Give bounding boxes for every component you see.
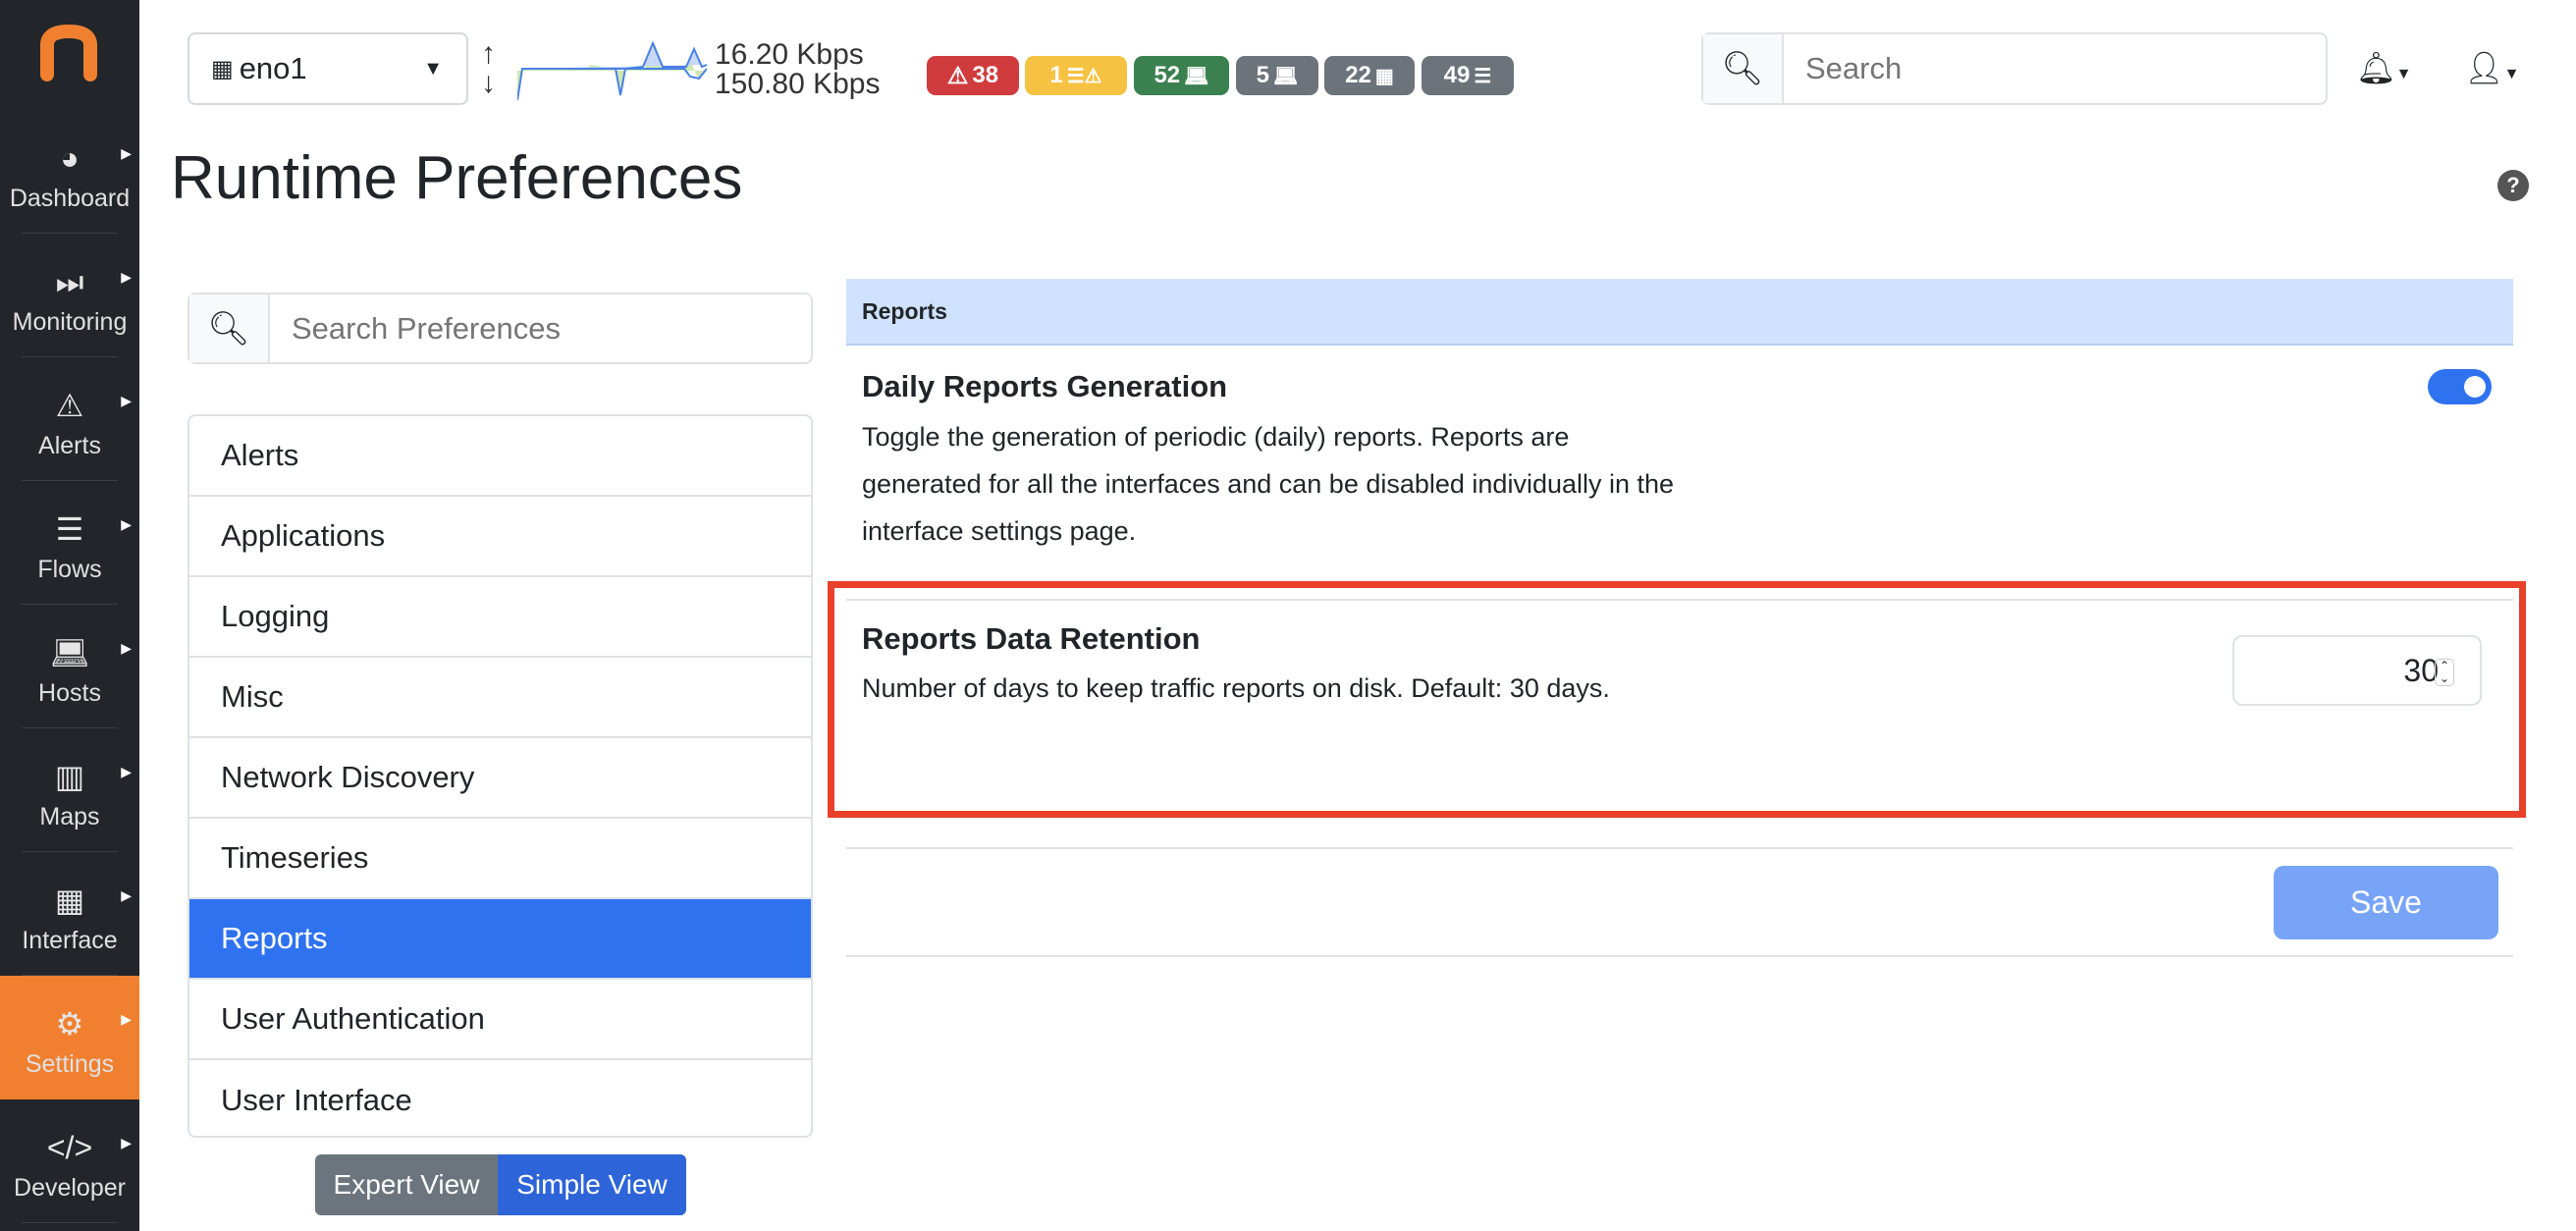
preferences-item-misc[interactable]: Misc <box>189 658 811 738</box>
divider <box>846 847 2513 849</box>
badge-icon: ▦ <box>1374 65 1394 87</box>
global-search: 🔍︎ <box>1701 32 2328 105</box>
badge-count: 1 <box>1049 62 1063 88</box>
retention-days-input[interactable]: 30 ⌃ ⌄ <box>2232 635 2482 706</box>
sidebar-item-monitoring[interactable]: ⏭ Monitoring ▶ <box>0 234 139 357</box>
sidebar-item-label: Maps <box>39 803 100 830</box>
sidebar-item-flows[interactable]: ☰ Flows ▶ <box>0 481 139 605</box>
retention-days-value: 30 <box>2403 652 2439 688</box>
sidebar-item-label: Alerts <box>38 432 101 459</box>
reports-retention-title: Reports Data Retention <box>862 621 1201 656</box>
preferences-item-user-authentication[interactable]: User Authentication <box>189 980 811 1060</box>
preferences-item-timeseries[interactable]: Timeseries <box>189 819 811 899</box>
search-icon: 🔍︎ <box>189 294 270 362</box>
preferences-item-logging[interactable]: Logging <box>189 577 811 658</box>
gear-icon: ⚙ <box>55 1006 84 1042</box>
interface-name: eno1 <box>239 51 307 85</box>
chevron-down-icon: ▼ <box>423 57 443 80</box>
map-icon: ▥ <box>54 759 85 794</box>
warning-icon: ⚠ <box>946 62 969 89</box>
ethernet-icon: ▦ <box>211 55 234 82</box>
caret-right-icon: ▶ <box>121 145 132 161</box>
daily-reports-description: Toggle the generation of periodic (daily… <box>862 422 1675 546</box>
search-icon: 🔍︎ <box>1703 34 1784 103</box>
caret-right-icon: ▶ <box>121 393 132 408</box>
caret-right-icon: ▶ <box>121 1135 132 1151</box>
expert-view-button[interactable]: Expert View <box>315 1154 498 1215</box>
traffic-sparkline <box>517 41 707 101</box>
sidebar-item-dashboard[interactable]: ◕ Dashboard ▶ <box>0 110 139 234</box>
preferences-list: Alerts Applications Logging Misc Network Dis… <box>188 414 813 1138</box>
status-badge[interactable]: 49 ☰ <box>1422 56 1514 95</box>
preferences-item-network-discovery[interactable]: Network Discovery <box>189 738 811 819</box>
laptop-icon: 💻︎ <box>49 635 90 670</box>
badge-icon: 💻︎ <box>1272 65 1299 87</box>
badge-count: 49 <box>1443 62 1471 88</box>
caret-right-icon: ▶ <box>121 269 132 285</box>
help-icon[interactable]: ? <box>2497 170 2529 201</box>
status-badge[interactable]: 52 💻︎ <box>1134 56 1229 95</box>
preferences-item-user-interface[interactable]: User Interface <box>189 1060 811 1136</box>
badge-icon: ☰ <box>1474 65 1492 87</box>
caret-right-icon: ▶ <box>121 640 132 656</box>
search-input[interactable] <box>1784 34 2326 103</box>
preferences-item-reports[interactable]: Reports <box>189 899 811 980</box>
download-rate: 150.80 Kbps <box>715 68 881 100</box>
code-icon: </> <box>46 1130 93 1165</box>
caret-right-icon: ▶ <box>121 887 132 903</box>
sidebar-item-interface[interactable]: ▦ Interface ▶ <box>0 852 139 976</box>
badge-count: 38 <box>972 62 999 88</box>
preferences-item-applications[interactable]: Applications <box>189 497 811 577</box>
ntopng-logo[interactable] <box>39 24 98 82</box>
status-badge[interactable]: ⚠ 38 <box>927 56 1019 95</box>
badge-icon: ☰⚠ <box>1066 65 1102 87</box>
badge-count: 22 <box>1345 62 1371 88</box>
preferences-search-input[interactable] <box>270 294 811 362</box>
number-stepper[interactable]: ⌃ ⌄ <box>2435 659 2454 686</box>
status-badge[interactable]: 5 💻︎ <box>1236 56 1318 95</box>
gauge-icon: ◕ <box>60 140 80 176</box>
sidebar-item-hosts[interactable]: 💻︎ Hosts ▶ <box>0 605 139 728</box>
updown-arrows-icon: ↑ ↓ <box>481 37 496 99</box>
preferences-item-alerts[interactable]: Alerts <box>189 416 811 497</box>
status-badge[interactable]: 1 ☰⚠ <box>1025 56 1127 95</box>
notifications-bell-icon[interactable]: 🔔︎▼ <box>2356 49 2411 86</box>
ethernet-icon: ▦ <box>54 883 85 918</box>
warning-icon: ⚠ <box>55 388 84 423</box>
sidebar-item-label: Dashboard <box>9 185 131 212</box>
fast-forward-icon: ⏭ <box>55 264 84 299</box>
badge-icon: 💻︎ <box>1184 65 1209 87</box>
sidebar-item-label: Interface <box>22 927 118 954</box>
sidebar-item-label: Flows <box>37 556 102 583</box>
daily-reports-toggle[interactable] <box>2428 369 2492 404</box>
reports-retention-description: Number of days to keep traffic reports o… <box>862 673 1610 703</box>
user-menu-icon[interactable]: 👤︎▼ <box>2464 49 2519 86</box>
page-title: Runtime Preferences <box>171 144 743 212</box>
preferences-search: 🔍︎ <box>188 293 813 364</box>
sidebar-item-label: Monitoring <box>12 308 128 336</box>
caret-right-icon: ▶ <box>121 764 132 779</box>
badge-count: 52 <box>1154 62 1181 88</box>
sidebar-item-maps[interactable]: ▥ Maps ▶ <box>0 728 139 852</box>
sidebar-item-label: Developer <box>14 1174 126 1202</box>
stream-icon: ☰ <box>55 511 84 547</box>
sidebar: ◕ Dashboard ▶ ⏭ Monitoring ▶ ⚠ Alerts ▶ ☰ Flows ▶ 💻︎… <box>0 0 139 1231</box>
sidebar-item-developer[interactable]: </> Developer ▶ <box>0 1099 139 1223</box>
caret-right-icon: ▶ <box>121 1011 132 1027</box>
sidebar-item-settings[interactable]: ⚙ Settings ▶ <box>0 976 139 1099</box>
divider <box>846 955 2513 957</box>
status-badge[interactable]: 22 ▦ <box>1324 56 1415 95</box>
sidebar-item-label: Hosts <box>38 679 101 707</box>
save-button[interactable]: Save <box>2274 866 2498 939</box>
upload-rate: 16.20 Kbps <box>715 38 864 71</box>
section-header: Reports <box>846 279 2513 346</box>
sidebar-item-label: Settings <box>25 1050 115 1078</box>
simple-view-button[interactable]: Simple View <box>498 1154 686 1215</box>
interface-select[interactable]: ▦ eno1 ▼ <box>188 32 468 105</box>
caret-right-icon: ▶ <box>121 516 132 532</box>
daily-reports-title: Daily Reports Generation <box>862 369 1228 403</box>
badge-count: 5 <box>1256 62 1269 88</box>
sidebar-item-alerts[interactable]: ⚠ Alerts ▶ <box>0 357 139 481</box>
